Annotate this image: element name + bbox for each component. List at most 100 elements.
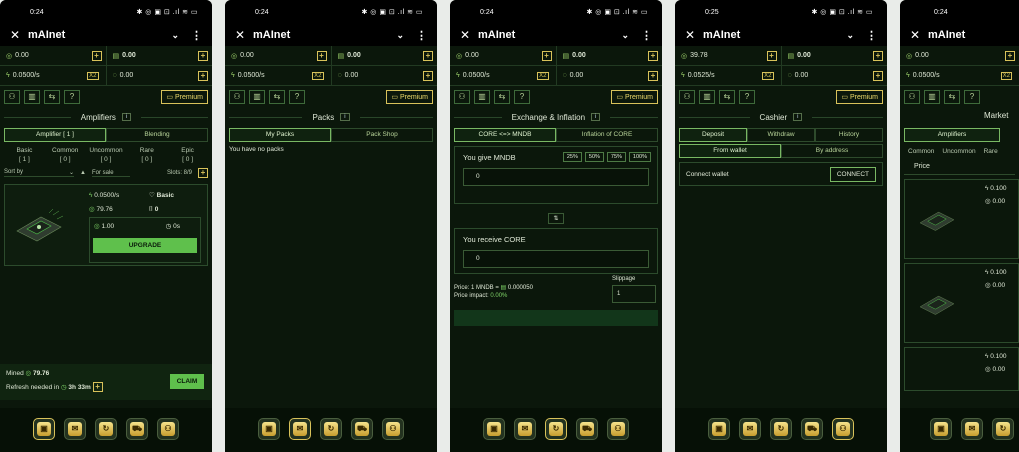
swap-icon[interactable]: ⇆ — [494, 90, 510, 104]
tab-amplifier[interactable]: Amplifier [ 1 ] — [4, 128, 106, 142]
nav-amplifiers-icon[interactable]: ▣ — [930, 418, 952, 440]
premium-button[interactable]: ▭ Premium — [611, 90, 658, 104]
nav-packs-icon[interactable]: ✉ — [739, 418, 761, 440]
tab-blending[interactable]: Blending — [106, 128, 208, 142]
pct-100-button[interactable]: 100% — [628, 152, 651, 162]
premium-button[interactable]: ▭ Premium — [386, 90, 433, 104]
tab-core-mndb[interactable]: CORE <=> MNDB — [454, 128, 556, 142]
premium-button[interactable]: ▭ Premium — [836, 90, 883, 104]
profile-icon[interactable]: ⚇ — [904, 90, 920, 104]
nav-cashier-icon[interactable]: ⚇ — [157, 418, 179, 440]
nav-market-icon[interactable]: ⛟ — [126, 418, 148, 440]
refresh-add-button[interactable]: + — [92, 382, 103, 392]
upgrade-button[interactable]: UPGRADE — [93, 238, 197, 253]
x2-button[interactable]: X2 — [537, 71, 549, 80]
close-icon[interactable]: ✕ — [910, 28, 928, 42]
chevron-down-icon[interactable]: ⌄ — [621, 30, 629, 41]
more-menu-icon[interactable]: ⋮ — [416, 29, 427, 42]
chevron-down-icon[interactable]: ⌄ — [396, 30, 404, 41]
profile-icon[interactable]: ⚇ — [229, 90, 245, 104]
x2-button[interactable]: X2 — [1000, 71, 1012, 80]
stats-icon[interactable]: ▥ — [249, 90, 265, 104]
x2-button[interactable]: X2 — [87, 71, 99, 80]
nav-packs-icon[interactable]: ✉ — [961, 418, 983, 440]
swap-icon[interactable]: ⇆ — [269, 90, 285, 104]
add-button[interactable]: + — [541, 50, 552, 61]
close-icon[interactable]: ✕ — [10, 28, 28, 42]
info-icon[interactable]: i — [121, 113, 132, 121]
nav-packs-icon[interactable]: ✉ — [64, 418, 86, 440]
claim-button[interactable]: CLAIM — [170, 374, 204, 389]
amplifier-card[interactable]: ϟ 0.0500/s ◎ 79.76 ♡ Basic ⌷ 0 ◎ 1.00 ◷ 0… — [4, 184, 208, 266]
close-icon[interactable]: ✕ — [685, 28, 703, 42]
nav-amplifiers-icon[interactable]: ▣ — [708, 418, 730, 440]
close-icon[interactable]: ✕ — [460, 28, 478, 42]
nav-cashier-icon[interactable]: ⚇ — [382, 418, 404, 440]
nav-exchange-icon[interactable]: ↻ — [95, 418, 117, 440]
rarity-uncommon[interactable]: Uncommon — [942, 148, 975, 155]
rarity-common[interactable]: Common — [908, 148, 934, 155]
market-item[interactable]: ϟ 0.100 ◎ 0.00 — [904, 347, 1019, 391]
pct-50-button[interactable]: 50% — [584, 152, 604, 162]
stats-icon[interactable]: ▥ — [474, 90, 490, 104]
pct-75-button[interactable]: 75% — [606, 152, 626, 162]
market-item[interactable]: ϟ 0.100 ◎ 0.00 — [904, 263, 1019, 343]
tab-pack-shop[interactable]: Pack Shop — [331, 128, 433, 142]
rarity-basic[interactable]: Basic [ 1 ] — [4, 146, 45, 164]
swap-direction-icon[interactable]: ⇅ — [548, 212, 564, 224]
tab-history[interactable]: History — [815, 128, 883, 142]
rarity-uncommon[interactable]: Uncommon [ 0 ] — [86, 146, 127, 164]
sort-dropdown[interactable]: Sort by ⌄ — [4, 169, 74, 177]
nav-amplifiers-icon[interactable]: ▣ — [258, 418, 280, 440]
tab-amplifiers[interactable]: Amplifiers — [904, 128, 1000, 142]
add-button[interactable]: + — [423, 50, 433, 61]
info-icon[interactable]: i — [591, 113, 601, 121]
more-menu-icon[interactable]: ⋮ — [866, 29, 877, 42]
nav-market-icon[interactable]: ⛟ — [351, 418, 373, 440]
rarity-epic[interactable]: Epic [ 0 ] — [167, 146, 208, 164]
nav-amplifiers-icon[interactable]: ▣ — [483, 418, 505, 440]
tab-withdraw[interactable]: Withdraw — [747, 128, 815, 142]
add-button[interactable]: + — [766, 50, 777, 61]
stats-icon[interactable]: ▥ — [924, 90, 940, 104]
chevron-down-icon[interactable]: ⌄ — [171, 30, 179, 41]
rarity-rare[interactable]: Rare [ 0 ] — [126, 146, 167, 164]
nav-packs-icon[interactable]: ✉ — [289, 418, 311, 440]
nav-cashier-icon[interactable]: ⚇ — [607, 418, 629, 440]
nav-exchange-icon[interactable]: ↻ — [545, 418, 567, 440]
nav-exchange-icon[interactable]: ↻ — [320, 418, 342, 440]
profile-icon[interactable]: ⚇ — [4, 90, 20, 104]
profile-icon[interactable]: ⚇ — [679, 90, 695, 104]
tab-deposit[interactable]: Deposit — [679, 128, 747, 142]
add-button[interactable]: + — [648, 50, 658, 61]
help-icon[interactable]: ? — [964, 90, 980, 104]
nav-packs-icon[interactable]: ✉ — [514, 418, 536, 440]
price-sort[interactable]: Price — [904, 159, 1015, 175]
add-button[interactable]: + — [198, 70, 208, 81]
nav-amplifiers-icon[interactable]: ▣ — [33, 418, 55, 440]
help-icon[interactable]: ? — [64, 90, 80, 104]
tab-by-address[interactable]: By address — [781, 144, 883, 158]
pct-25-button[interactable]: 25% — [562, 152, 582, 162]
swap-icon[interactable]: ⇆ — [944, 90, 960, 104]
x2-button[interactable]: X2 — [312, 71, 324, 80]
tab-inflation[interactable]: Inflation of CORE — [556, 128, 658, 142]
tab-from-wallet[interactable]: From wallet — [679, 144, 781, 158]
stats-icon[interactable]: ▥ — [699, 90, 715, 104]
add-button[interactable]: + — [198, 50, 208, 61]
nav-exchange-icon[interactable]: ↻ — [992, 418, 1014, 440]
nav-cashier-icon[interactable]: ⚇ — [832, 418, 854, 440]
more-menu-icon[interactable]: ⋮ — [191, 29, 202, 42]
nav-market-icon[interactable]: ⛟ — [801, 418, 823, 440]
info-icon[interactable]: i — [793, 113, 803, 121]
add-button[interactable]: + — [423, 70, 433, 81]
help-icon[interactable]: ? — [514, 90, 530, 104]
tab-my-packs[interactable]: My Packs — [229, 128, 331, 142]
slippage-input[interactable]: 1 — [612, 285, 656, 303]
premium-button[interactable]: ▭ Premium — [161, 90, 208, 104]
help-icon[interactable]: ? — [289, 90, 305, 104]
connect-button[interactable]: CONNECT — [829, 166, 876, 182]
chevron-down-icon[interactable]: ⌄ — [846, 30, 854, 41]
close-icon[interactable]: ✕ — [235, 28, 253, 42]
nav-exchange-icon[interactable]: ↻ — [770, 418, 792, 440]
